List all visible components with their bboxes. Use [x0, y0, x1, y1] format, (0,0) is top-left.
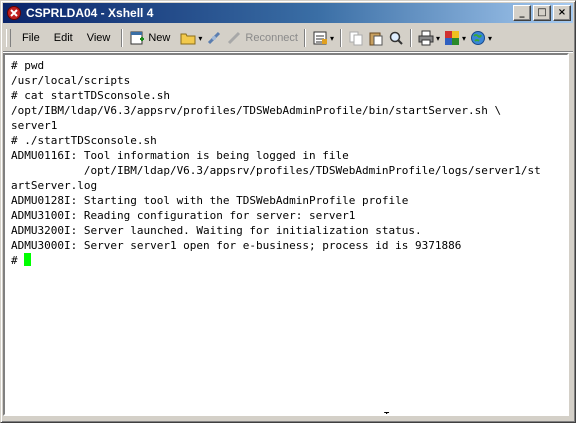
minimize-icon: _	[519, 7, 525, 18]
terminal-line: artServer.log	[11, 179, 98, 192]
toolbar-grip[interactable]	[6, 29, 11, 47]
xshell-icon[interactable]	[6, 5, 22, 21]
maximize-icon: □	[537, 7, 547, 18]
print-button[interactable]: ▾	[416, 28, 442, 48]
print-icon	[418, 30, 434, 46]
reconnect-icon	[228, 31, 241, 45]
terminal-line: ADMU3100I: Reading configuration for ser…	[11, 209, 356, 222]
toolbar-separator	[410, 29, 412, 47]
terminal-line: ADMU3000I: Server server1 open for e-bus…	[11, 239, 462, 252]
open-button[interactable]: ▾	[178, 28, 204, 48]
terminal-prompt-line: #	[11, 253, 567, 268]
paste-button[interactable]	[366, 28, 386, 48]
globe-dropdown-icon[interactable]: ▾	[488, 34, 492, 43]
reconnect-label: Reconnect	[245, 32, 298, 44]
properties-dropdown-icon[interactable]: ▾	[330, 34, 334, 43]
toolbar-separator	[121, 29, 124, 47]
terminal-area[interactable]: # pwd/usr/local/scripts # cat startTDScon…	[3, 53, 569, 416]
terminal-line: /opt/IBM/ldap/V6.3/appsrv/profiles/TDSWe…	[11, 104, 502, 117]
toolbar-separator	[303, 29, 306, 47]
globe-icon	[471, 31, 486, 45]
transfer-dropdown-icon[interactable]: ▾	[462, 34, 466, 43]
connect-button[interactable]	[204, 28, 224, 48]
terminal-line: ADMU0116I: Tool information is being log…	[11, 149, 349, 162]
terminal-line: ADMU0128I: Starting tool with the TDSWeb…	[11, 194, 409, 207]
terminal-prompt: #	[11, 254, 25, 267]
window-title: CSPRLDA04 - Xshell 4	[26, 6, 154, 20]
terminal-output: # pwd/usr/local/scripts # cat startTDScon…	[11, 58, 567, 268]
properties-button[interactable]: ▾	[310, 28, 336, 48]
transfer-button[interactable]: ▾	[442, 28, 468, 48]
paste-icon	[369, 32, 383, 46]
terminal-line: server1	[11, 119, 58, 132]
menu-view[interactable]: View	[80, 32, 118, 44]
terminal-line: # ./startTDSconsole.sh	[11, 134, 157, 147]
open-folder-icon	[180, 33, 196, 45]
connect-icon	[208, 31, 221, 45]
find-button[interactable]	[386, 28, 406, 48]
terminal-cursor	[24, 253, 32, 266]
new-session-label: New	[148, 32, 171, 44]
find-icon	[389, 31, 403, 45]
globe-button[interactable]: ▾	[468, 28, 494, 48]
title-bar[interactable]: CSPRLDA04 - Xshell 4 _ □ ×	[3, 3, 573, 23]
terminal-line: # pwd	[11, 59, 45, 72]
menu-edit[interactable]: Edit	[47, 32, 80, 44]
print-dropdown-icon[interactable]: ▾	[436, 34, 440, 43]
terminal-line: /opt/IBM/ldap/V6.3/appsrv/profiles/TDSWe…	[11, 164, 541, 177]
reconnect-button[interactable]: Reconnect	[224, 28, 300, 48]
copy-button[interactable]	[346, 28, 366, 48]
toolbar-separator	[340, 29, 342, 47]
maximize-button[interactable]: □	[533, 5, 551, 21]
terminal-line: # cat startTDSconsole.sh	[11, 89, 170, 102]
close-button[interactable]: ×	[553, 5, 571, 21]
new-session-button[interactable]: New	[127, 28, 172, 48]
terminal-line: ADMU3200I: Server launched. Waiting for …	[11, 224, 422, 237]
menu-file[interactable]: File	[15, 32, 47, 44]
close-icon: ×	[557, 7, 567, 18]
new-session-icon	[130, 31, 145, 45]
terminal-line: /usr/local/scripts	[11, 74, 131, 87]
xshell-window: CSPRLDA04 - Xshell 4 _ □ × File Edit Vie…	[0, 0, 576, 423]
text-cursor-ibeam: I	[383, 410, 390, 414]
toolbar: File Edit View New ▾ Reconnect ▾ ▾ ▾ ▾	[3, 25, 573, 52]
open-dropdown-icon[interactable]: ▾	[198, 34, 202, 43]
transfer-icon	[445, 31, 460, 45]
copy-icon	[349, 31, 363, 46]
minimize-button[interactable]: _	[513, 5, 531, 21]
properties-icon	[313, 31, 327, 45]
